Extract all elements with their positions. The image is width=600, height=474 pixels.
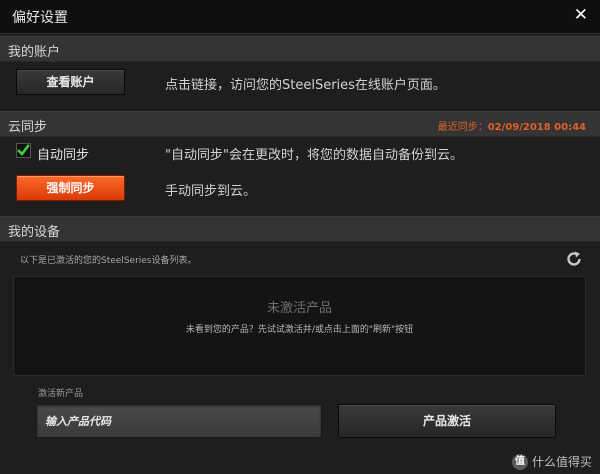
section-title-account: 我的账户 (8, 45, 61, 60)
section-title-devices: 我的设备 (8, 225, 61, 240)
section-title-sync: 云同步 (8, 120, 48, 135)
section-header-sync: 云同步 最近同步：02/09/2018 00:44 (0, 111, 600, 137)
force-sync-description: 手动同步到云。 (165, 184, 257, 199)
close-icon[interactable]: ✕ (574, 5, 588, 25)
last-sync-time: 02/09/2018 00:44 (487, 122, 586, 133)
watermark: 值什么值得买 (511, 453, 592, 470)
refresh-icon[interactable] (565, 250, 583, 268)
checkmark-icon (17, 144, 30, 156)
device-list-panel: 未激活产品 未看到您的产品？先试试激活并/或点击上面的"刷新"按钮 (13, 276, 586, 376)
window-title: 偏好设置 (12, 10, 68, 26)
title-bar: 偏好设置 ✕ (0, 0, 600, 34)
watermark-badge-icon: 值 (511, 454, 528, 470)
activate-product-label: 激活新产品 (38, 389, 84, 399)
product-code-input[interactable] (36, 404, 322, 438)
force-sync-button[interactable]: 强制同步 (16, 175, 125, 201)
device-list-note: 以下是已激活的您的SteelSeries设备列表。 (20, 256, 197, 266)
auto-sync-checkbox[interactable] (16, 143, 31, 158)
no-products-hint: 未看到您的产品？先试试激活并/或点击上面的"刷新"按钮 (185, 325, 414, 335)
section-header-account: 我的账户 (0, 36, 600, 62)
watermark-text: 什么值得买 (531, 454, 592, 469)
last-sync: 最近同步：02/09/2018 00:44 (438, 118, 586, 133)
account-description: 点击链接，访问您的SteelSeries在线账户页面。 (165, 78, 446, 93)
activate-product-button[interactable]: 产品激活 (338, 404, 556, 438)
auto-sync-description: "自动同步"会在更改时，将您的数据自动备份到云。 (165, 148, 463, 163)
view-account-button[interactable]: 查看账户 (16, 69, 125, 95)
no-products-title: 未激活产品 (266, 301, 332, 316)
last-sync-label: 最近同步： (437, 122, 488, 133)
section-header-devices: 我的设备 (0, 216, 600, 242)
auto-sync-label[interactable]: 自动同步 (37, 144, 89, 163)
